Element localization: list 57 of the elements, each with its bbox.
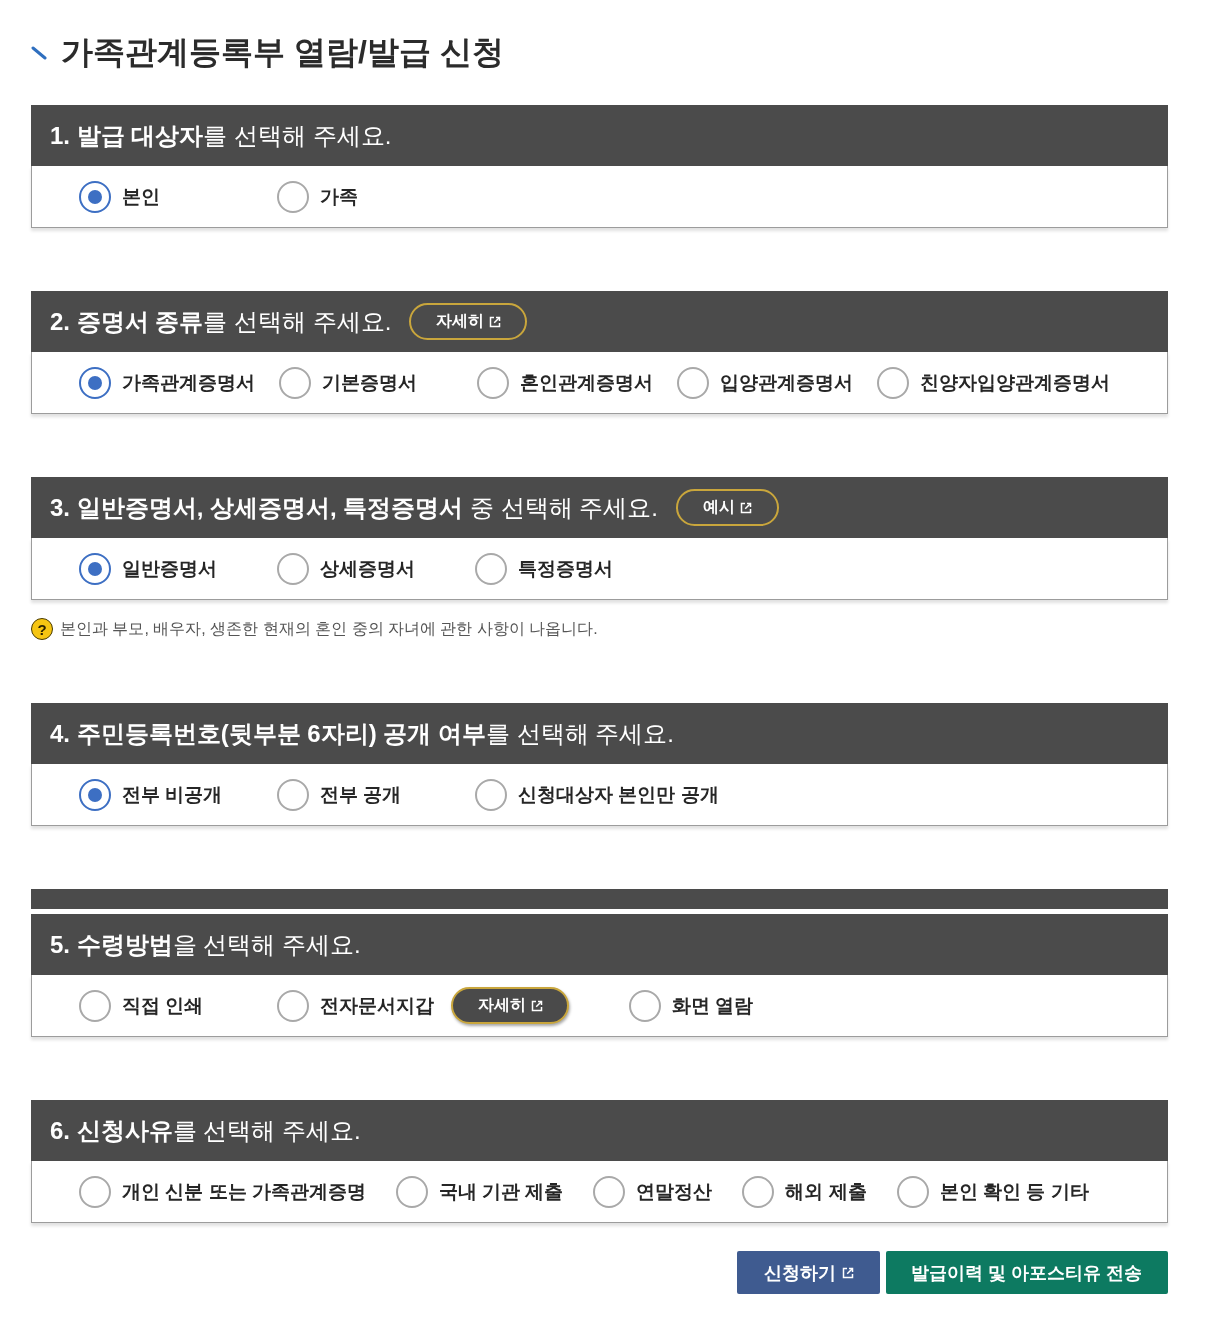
radio-label[interactable]: 상세증명서 xyxy=(320,555,415,582)
radio-button[interactable] xyxy=(629,989,661,1022)
details-button[interactable]: 자세히 xyxy=(409,303,528,340)
radio-button[interactable] xyxy=(395,1175,428,1208)
radio-label[interactable]: 연말정산 xyxy=(636,1178,713,1205)
apply-button[interactable]: 신청하기 xyxy=(737,1251,880,1294)
radio-button[interactable] xyxy=(896,1175,929,1208)
page-title: 가족관계등록부 열람/발급 신청 xyxy=(61,33,504,72)
radio-label[interactable]: 본인 xyxy=(122,183,160,210)
radio-button[interactable] xyxy=(277,552,309,585)
radio-label[interactable]: 기본증명서 xyxy=(322,369,417,396)
radio-label[interactable]: 가족관계증명서 xyxy=(122,369,255,396)
section-heading: 2. 증명서 종류를 선택해 주세요. xyxy=(50,306,392,337)
details-button[interactable]: 예시 xyxy=(676,489,780,526)
radio-button[interactable] xyxy=(742,1175,775,1208)
radio-label[interactable]: 혼인관계증명서 xyxy=(520,369,653,396)
radio-button[interactable] xyxy=(593,1175,626,1208)
radio-label[interactable]: 입양관계증명서 xyxy=(720,369,853,396)
help-note: 본인과 부모, 배우자, 생존한 현재의 혼인 중의 자녀에 관한 사항이 나옵니다. xyxy=(60,618,598,639)
radio-label[interactable]: 화면 열람 xyxy=(672,992,754,1019)
radio-button[interactable] xyxy=(477,366,509,399)
radio-button[interactable] xyxy=(277,778,309,811)
section-heading: 4. 주민등록번호(뒷부분 6자리) 공개 여부를 선택해 주세요. xyxy=(50,718,675,749)
radio-label[interactable]: 가족 xyxy=(320,183,358,210)
radio-button[interactable] xyxy=(79,180,111,213)
radio-label[interactable]: 특정증명서 xyxy=(518,555,613,582)
radio-button[interactable] xyxy=(475,552,507,585)
radio-button[interactable] xyxy=(877,366,909,399)
section-heading: 6. 신청사유를 선택해 주세요. xyxy=(50,1115,361,1146)
section-heading: 5. 수령방법을 선택해 주세요. xyxy=(50,929,361,960)
radio-button[interactable] xyxy=(677,366,709,399)
radio-label[interactable]: 전부 공개 xyxy=(320,781,402,808)
slash-mark-icon xyxy=(31,46,47,60)
radio-button[interactable] xyxy=(277,989,309,1022)
send-history-button[interactable]: 발급이력 및 아포스티유 전송 xyxy=(886,1251,1168,1294)
radio-button[interactable] xyxy=(79,552,111,585)
radio-label[interactable]: 국내 기관 제출 xyxy=(438,1178,564,1205)
radio-label[interactable]: 본인 확인 등 기타 xyxy=(939,1178,1089,1205)
radio-button[interactable] xyxy=(79,366,111,399)
radio-label[interactable]: 전자문서지갑 xyxy=(320,992,434,1019)
details-button[interactable]: 자세히 xyxy=(451,987,569,1024)
help-icon: ? xyxy=(31,618,53,640)
section-heading: 1. 발급 대상자를 선택해 주세요. xyxy=(50,120,392,151)
radio-label[interactable]: 친양자입양관계증명서 xyxy=(920,369,1110,396)
section-heading: 3. 일반증명서, 상세증명서, 특정증명서 중 선택해 주세요. xyxy=(50,492,659,523)
radio-label[interactable]: 해외 제출 xyxy=(785,1178,867,1205)
radio-label[interactable]: 개인 신분 또는 가족관계증명 xyxy=(122,1178,366,1205)
radio-button[interactable] xyxy=(79,778,111,811)
radio-label[interactable]: 일반증명서 xyxy=(122,555,217,582)
radio-button[interactable] xyxy=(277,180,309,213)
radio-label[interactable]: 직접 인쇄 xyxy=(122,992,204,1019)
radio-label[interactable]: 전부 비공개 xyxy=(122,781,223,808)
radio-button[interactable] xyxy=(279,366,311,399)
radio-button[interactable] xyxy=(79,1175,111,1208)
radio-button[interactable] xyxy=(475,778,507,811)
radio-label[interactable]: 신청대상자 본인만 공개 xyxy=(518,781,719,808)
radio-button[interactable] xyxy=(79,989,111,1022)
